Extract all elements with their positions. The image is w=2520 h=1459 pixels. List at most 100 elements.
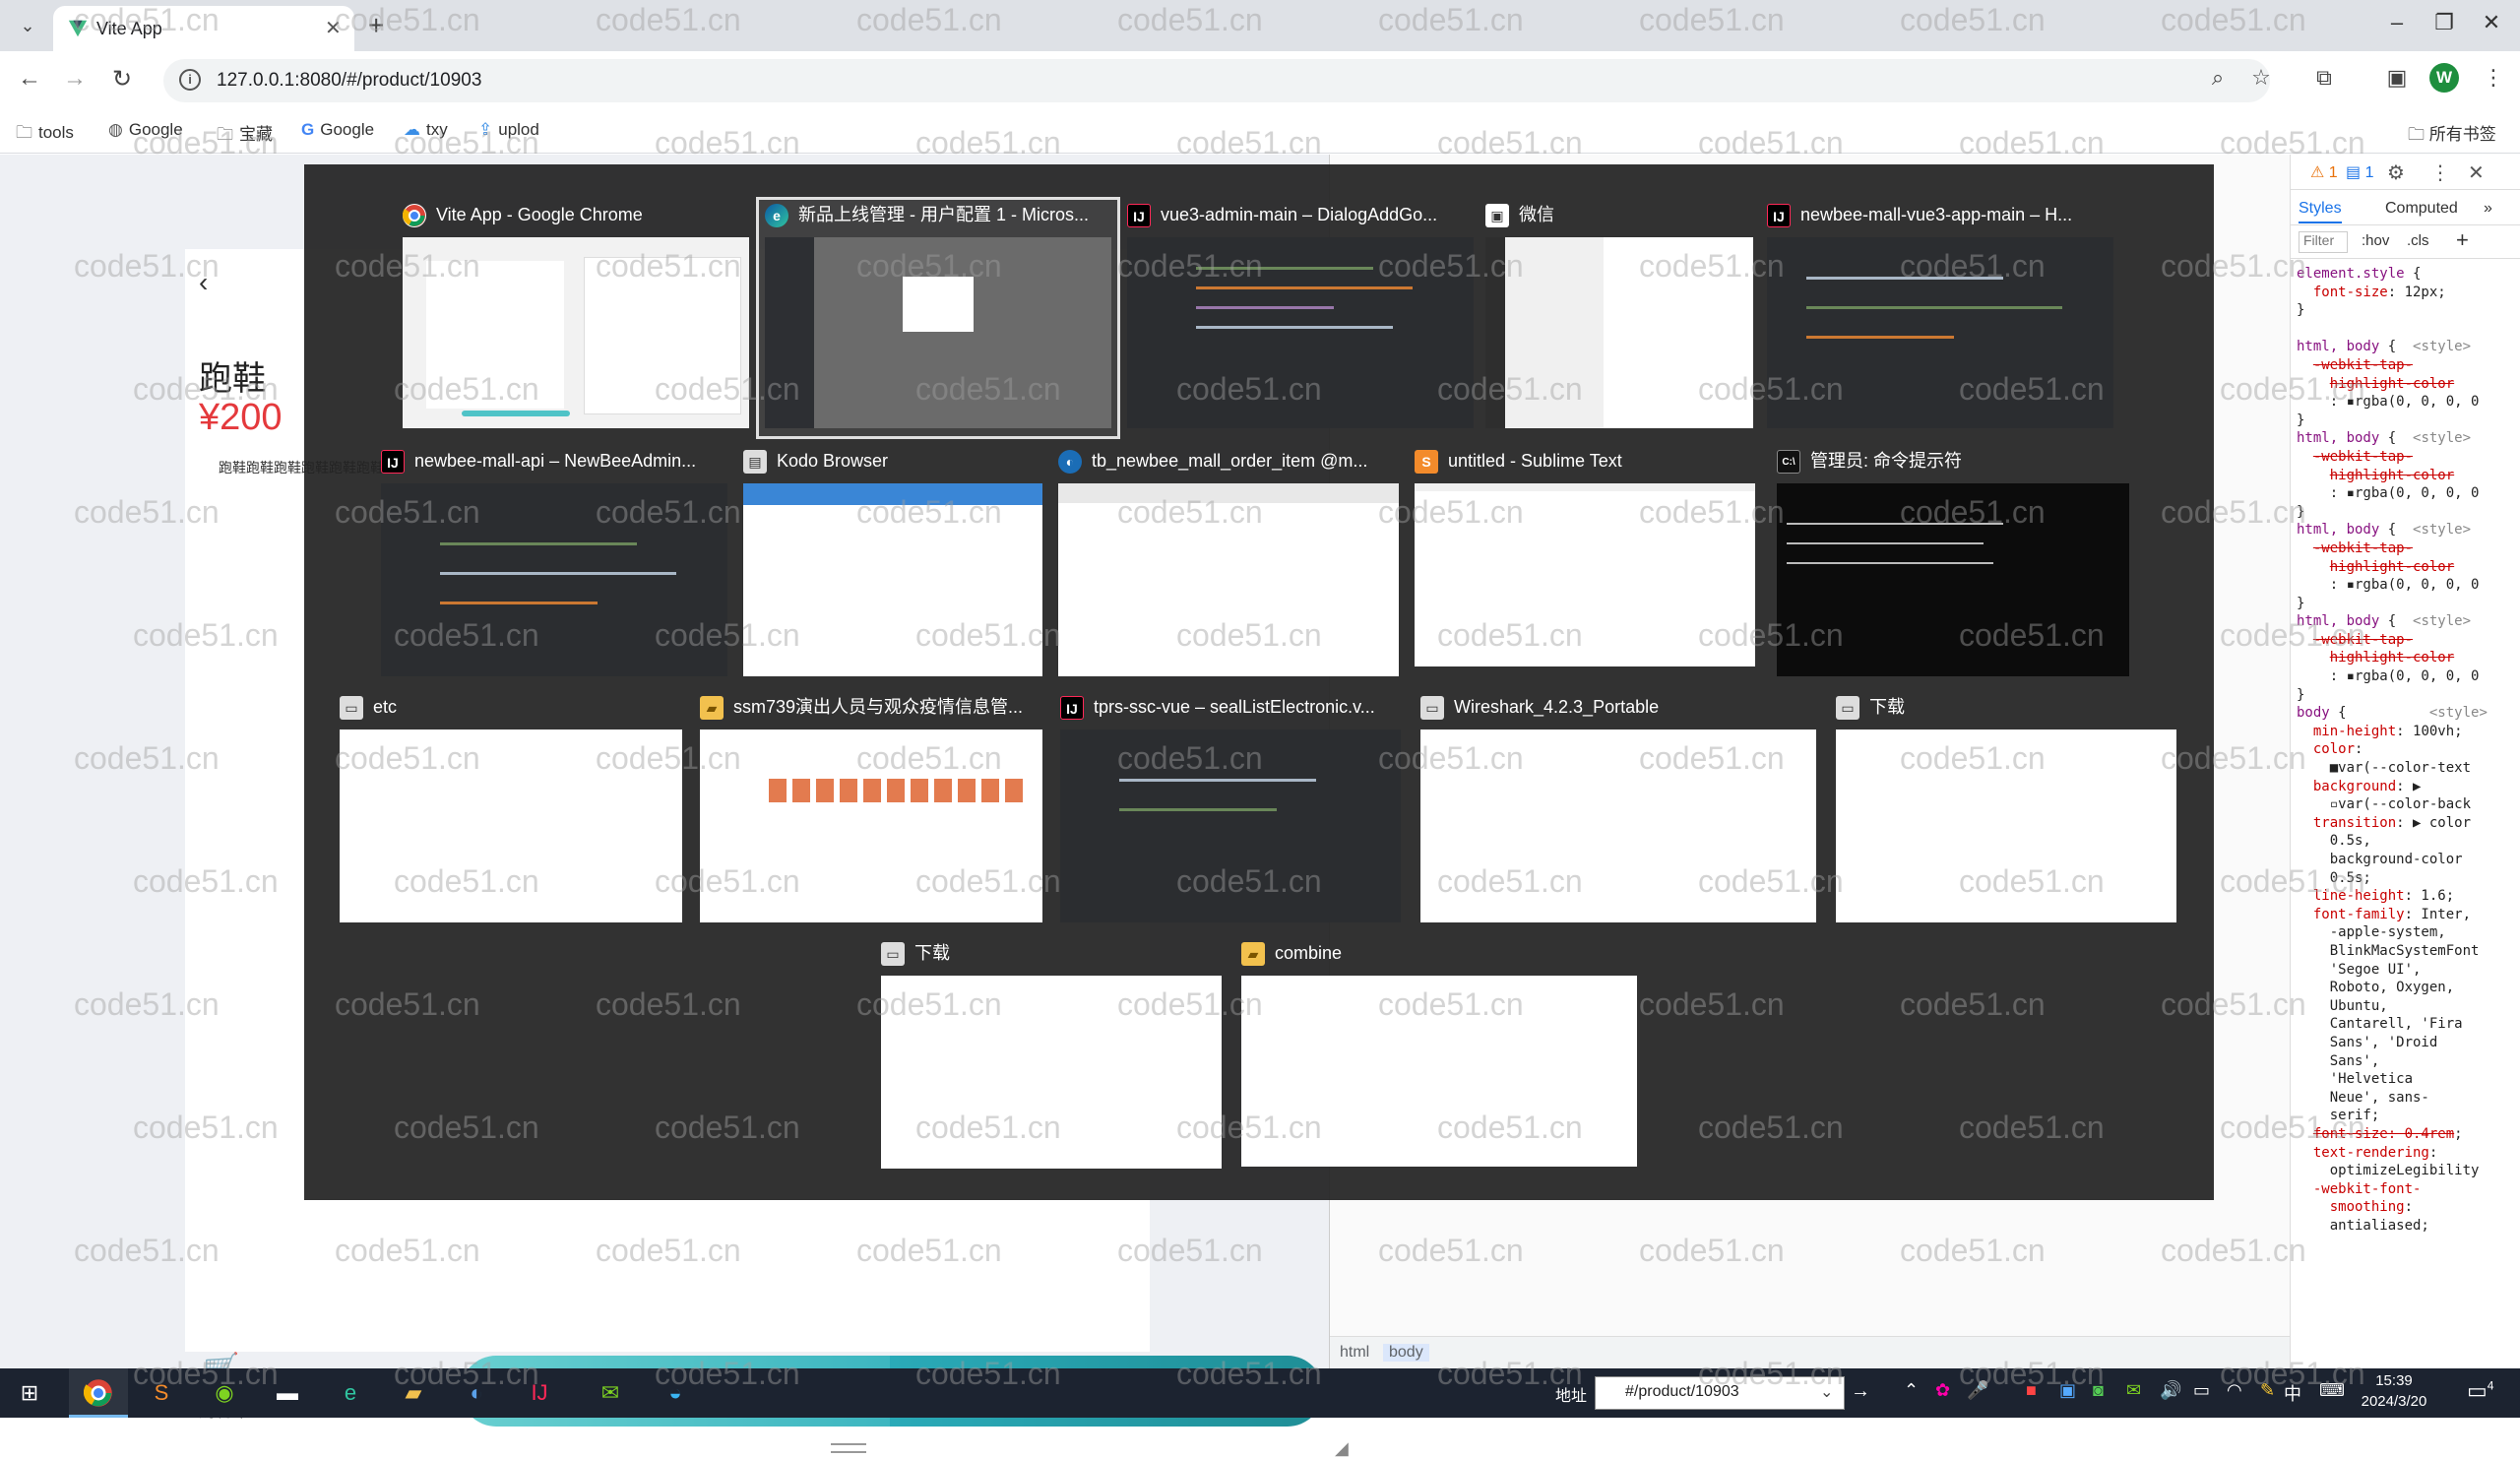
settings-gear-icon[interactable]: ⚙ (2387, 160, 2405, 185)
taskbar-app-icon[interactable]: ◒ (646, 1368, 705, 1418)
drag-handle[interactable] (831, 1443, 866, 1453)
taskbar-sublime-icon[interactable]: S (132, 1368, 191, 1418)
window-navicat[interactable]: ◐ tb_newbee_mall_order_item @m... (1058, 446, 1399, 678)
address-toolbar-value[interactable]: #/product/10903 (1625, 1383, 1739, 1401)
tab-styles[interactable]: Styles (2299, 200, 2342, 223)
ime-indicator[interactable]: 中 (2284, 1380, 2301, 1406)
window-thumbnail (881, 976, 1222, 1169)
taskbar-edge-icon[interactable]: e (321, 1368, 380, 1418)
all-bookmarks[interactable]: 🗀 所有书签 (2408, 120, 2496, 151)
window-thumbnail (1241, 976, 1637, 1167)
more-tabs-icon[interactable]: » (2484, 200, 2492, 218)
bookmark-google[interactable]: ◍ Google (108, 120, 183, 140)
bookmarks-bar: 🗀 tools ◍ Google 🗀 宝藏 G Google ☁ txy ⇪ uplod 🗀… (0, 110, 2520, 154)
tab-search-chevron-icon[interactable]: ⌄ (14, 12, 41, 39)
tray-green-icon[interactable]: ◙ (2093, 1380, 2104, 1401)
tray-red-icon[interactable]: ■ (2026, 1380, 2037, 1401)
bookmark-star-icon[interactable]: ☆ (2246, 65, 2276, 91)
menu-kebab-icon[interactable]: ⋮ (2479, 65, 2508, 91)
resize-corner-icon[interactable]: ◢ (1335, 1438, 1349, 1459)
bookmark-tools[interactable]: 🗀 tools (16, 120, 74, 149)
go-arrow-icon[interactable]: → (1851, 1380, 1870, 1403)
tray-wechat-icon[interactable]: ✉ (2126, 1380, 2141, 1401)
window-kodo-browser[interactable]: ▤ Kodo Browser (743, 446, 1042, 678)
keyboard-icon[interactable]: ⌨ (2319, 1380, 2345, 1401)
window-newbee-mall-api[interactable]: IJ newbee-mall-api – NewBeeAdmin... (381, 446, 727, 678)
taskbar-chat-icon[interactable]: ◉ (195, 1368, 254, 1418)
window-newbee-vue3-app[interactable]: IJ newbee-mall-vue3-app-main – H... (1767, 200, 2113, 428)
devtools-close-icon[interactable]: ✕ (2468, 160, 2485, 185)
styles-filter-input[interactable]: Filter (2299, 231, 2348, 253)
tab-vite-app[interactable]: Vite App ✕ (53, 6, 354, 51)
minimize-icon[interactable]: – (2372, 10, 2422, 35)
clock-date[interactable]: 2024/3/20 (2345, 1393, 2443, 1410)
clock-time[interactable]: 15:39 (2355, 1372, 2433, 1389)
bookmark-treasure[interactable]: 🗀 宝藏 (217, 120, 273, 151)
zoom-icon[interactable]: ⌕ (2203, 65, 2233, 91)
new-rule-icon[interactable]: + (2456, 227, 2469, 253)
url-text[interactable]: 127.0.0.1:8080/#/product/10903 (217, 70, 481, 92)
taskbar-explorer-icon[interactable]: ▰ (384, 1368, 443, 1418)
chrome-icon (402, 205, 425, 227)
window-etc[interactable]: ▭ etc (340, 692, 682, 924)
address-bar[interactable]: i 127.0.0.1:8080/#/product/10903 (163, 59, 2270, 102)
chevron-down-icon[interactable]: ⌄ (1820, 1382, 1833, 1402)
window-tprs-ssc-vue[interactable]: IJ tprs-ssc-vue – sealListElectronic.v... (1060, 692, 1401, 924)
taskbar-terminal-icon[interactable]: ▬ (258, 1368, 317, 1418)
window-wechat[interactable]: ▣ 微信 (1485, 200, 1753, 428)
crumb-body[interactable]: body (1383, 1344, 1429, 1362)
window-thumbnail (1777, 483, 2129, 676)
extensions-icon[interactable]: ⧉ (2309, 65, 2339, 91)
bookmark-txy[interactable]: ☁ txy (404, 120, 448, 140)
restore-icon[interactable]: ❐ (2420, 10, 2469, 35)
site-info-icon[interactable]: i (179, 69, 201, 91)
taskbar-chrome-icon[interactable] (69, 1368, 128, 1418)
messages-count[interactable]: ▤ 1 (2346, 162, 2373, 182)
window-sublime[interactable]: Suntitled - Sublime Text (1415, 446, 1755, 678)
bookmark-google-2[interactable]: G Google (301, 120, 374, 140)
windows-start-icon[interactable]: ⊞ (0, 1368, 59, 1418)
taskbar-wechat-icon[interactable]: ✉ (581, 1368, 640, 1418)
reload-icon[interactable]: ↻ (106, 65, 138, 94)
window-vite-chrome[interactable]: Vite App - Google Chrome (402, 200, 749, 428)
side-panel-icon[interactable]: ▣ (2382, 65, 2412, 91)
window-downloads-1[interactable]: ▭ 下载 (1836, 692, 2176, 924)
taskbar-navicat-icon[interactable]: ◐ (447, 1368, 506, 1418)
window-cmd[interactable]: C:\ 管理员: 命令提示符 (1777, 446, 2129, 678)
tray-app-icon[interactable]: ✿ (1935, 1380, 1950, 1401)
thumb-code-line (1806, 336, 1954, 339)
window-combine[interactable]: ▰ combine (1241, 938, 1637, 1169)
forward-icon[interactable]: → (59, 65, 91, 93)
back-icon[interactable]: ← (14, 65, 45, 93)
tab-close-icon[interactable]: ✕ (325, 16, 342, 40)
close-window-icon[interactable]: ✕ (2467, 10, 2516, 35)
window-vue3-admin[interactable]: IJ vue3-admin-main – DialogAddGo... (1127, 200, 1474, 428)
window-downloads-2[interactable]: ▭ 下载 (881, 938, 1222, 1169)
address-toolbar-input[interactable]: #/product/10903 ⌄ (1595, 1376, 1845, 1410)
network-icon[interactable]: ◠ (2227, 1380, 2242, 1401)
devtools-menu-icon[interactable]: ⋮ (2430, 160, 2450, 185)
notification-center[interactable]: ▭4 (2467, 1378, 2493, 1404)
window-thumbnail (765, 237, 1111, 428)
bookmark-uplod[interactable]: ⇪ uplod (478, 120, 539, 140)
tab-strip: ⌄ Vite App ✕ + – ❐ ✕ (0, 0, 2520, 51)
window-edge-new-product[interactable]: e 新品上线管理 - 用户配置 1 - Micros... (756, 197, 1120, 439)
microphone-icon[interactable]: 🎤 (1967, 1380, 1988, 1401)
cls-toggle[interactable]: .cls (2407, 232, 2429, 249)
tab-computed[interactable]: Computed (2385, 200, 2458, 218)
tray-expand-icon[interactable]: ⌃ (1904, 1380, 1919, 1401)
window-ssm739[interactable]: ▰ ssm739演出人员与观众疫情信息管... (700, 692, 1042, 924)
crumb-html[interactable]: html (1340, 1344, 1369, 1362)
new-tab-icon[interactable]: + (368, 10, 384, 41)
folder-icon: 🗀 (16, 123, 32, 142)
window-wireshark[interactable]: ▭ Wireshark_4.2.3_Portable (1420, 692, 1816, 924)
volume-icon[interactable]: 🔊 (2160, 1380, 2181, 1401)
battery-icon[interactable]: ▭ (2193, 1380, 2210, 1401)
warnings-count[interactable]: ⚠ 1 (2310, 162, 2338, 182)
pen-icon[interactable]: ✎ (2260, 1380, 2275, 1401)
hov-toggle[interactable]: :hov (2362, 232, 2389, 249)
profile-avatar[interactable]: W (2429, 63, 2459, 93)
taskbar-intellij-icon[interactable]: IJ (510, 1368, 569, 1418)
back-arrow-icon[interactable]: ‹ (199, 267, 208, 298)
tray-blue-icon[interactable]: ▣ (2059, 1380, 2076, 1401)
